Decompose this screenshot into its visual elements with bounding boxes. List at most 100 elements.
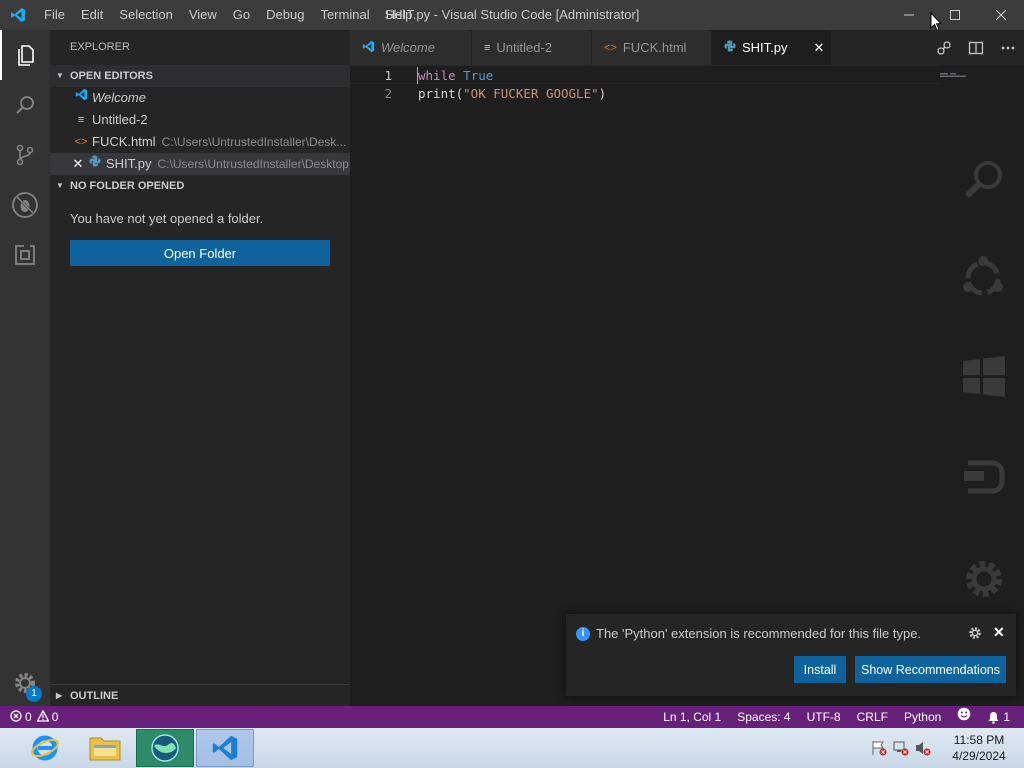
volume-muted-icon[interactable]	[912, 728, 934, 768]
menu-debug[interactable]: Debug	[258, 0, 312, 30]
no-folder-header[interactable]: ▼ NO FOLDER OPENED	[50, 175, 350, 197]
open-editor-name: Untitled-2	[92, 112, 148, 127]
explorer-sidebar: EXPLORER ▼ OPEN EDITORS Welcome ≡ Untitl…	[50, 30, 350, 706]
tab-shit-py[interactable]: SHIT.py ✕	[712, 30, 832, 65]
menu-edit[interactable]: Edit	[73, 0, 111, 30]
sidebar-title: EXPLORER	[70, 41, 130, 53]
taskbar-vscode[interactable]	[196, 729, 254, 767]
line-endings[interactable]: CRLF	[849, 706, 896, 728]
python-icon	[86, 153, 104, 175]
outline-label: OUTLINE	[70, 689, 119, 702]
windows-taskbar: 11:58 PM 4/29/2024	[0, 728, 1024, 768]
vscode-logo-icon	[0, 0, 36, 30]
encoding[interactable]: UTF-8	[799, 706, 849, 728]
text-cursor	[417, 67, 418, 84]
taskbar-internet-explorer[interactable]	[16, 729, 74, 767]
tab-fuck-html[interactable]: <> FUCK.html	[592, 30, 712, 65]
language-mode[interactable]: Python	[896, 706, 949, 728]
error-icon	[10, 709, 22, 725]
open-editor-welcome[interactable]: Welcome	[50, 87, 350, 109]
code-line[interactable]: 1 while True	[350, 65, 940, 84]
open-changes-button[interactable]	[928, 30, 960, 65]
code-line[interactable]: 2 print("OK FUCKER GOOGLE")	[350, 84, 940, 103]
menu-selection[interactable]: Selection	[111, 0, 180, 30]
taskbar-clock[interactable]: 11:58 PM 4/29/2024	[934, 732, 1024, 764]
extensions-icon	[15, 244, 35, 265]
editor-tabs: Welcome ≡ Untitled-2 <> FUCK.html SHIT.p…	[350, 30, 1024, 65]
open-editor-fuck-html[interactable]: <> FUCK.html C:\Users\UntrustedInstaller…	[50, 131, 350, 153]
taskbar-file-explorer[interactable]	[76, 729, 134, 767]
open-editor-name: Welcome	[92, 90, 146, 105]
taskbar-app-globe[interactable]	[136, 729, 194, 767]
windows-watermark-icon	[962, 355, 1006, 402]
menu-terminal[interactable]: Terminal	[312, 0, 377, 30]
more-actions-button[interactable]	[992, 30, 1024, 65]
minimize-button[interactable]	[886, 0, 932, 30]
network-icon[interactable]	[890, 728, 912, 768]
compare-icon	[937, 40, 951, 55]
install-button[interactable]: Install	[794, 656, 846, 683]
warning-icon	[36, 709, 50, 725]
warning-count: 0	[51, 710, 59, 724]
menu-help[interactable]: Help	[378, 0, 421, 30]
source-control-icon	[16, 144, 34, 166]
activity-explorer[interactable]	[0, 30, 50, 80]
close-icon	[996, 10, 1006, 20]
system-tray: 11:58 PM 4/29/2024	[868, 728, 1024, 768]
maximize-icon	[950, 10, 960, 20]
tab-welcome[interactable]: Welcome	[350, 30, 472, 65]
settings-watermark-icon	[962, 557, 1006, 604]
notification-text: The 'Python' extension is recommended fo…	[596, 626, 922, 641]
notification-settings-button[interactable]	[968, 626, 982, 643]
activity-source-control[interactable]	[0, 130, 50, 180]
source-control-watermark-icon	[960, 255, 1006, 304]
chevron-down-icon: ▼	[56, 181, 64, 190]
open-editors-label: OPEN EDITORS	[70, 70, 153, 82]
action-center-flag-icon[interactable]	[868, 728, 890, 768]
open-editor-untitled-2[interactable]: ≡ Untitled-2	[50, 109, 350, 131]
lines-icon: ≡	[77, 114, 85, 126]
activity-debug[interactable]	[0, 180, 50, 230]
no-folder-message: You have not yet opened a folder.	[70, 211, 264, 226]
open-editors-header[interactable]: ▼ OPEN EDITORS	[50, 65, 350, 87]
open-editor-name: FUCK.html	[92, 134, 156, 149]
open-folder-button[interactable]: Open Folder	[70, 240, 330, 266]
open-editor-shit-py[interactable]: ✕ SHIT.py C:\Users\UntrustedInstaller\De…	[50, 153, 350, 175]
line-code: while True	[418, 68, 494, 83]
lines-icon: ≡	[484, 41, 491, 54]
indentation[interactable]: Spaces: 4	[729, 706, 798, 728]
activity-extensions[interactable]	[0, 230, 50, 280]
problems-indicator[interactable]: 0 0	[0, 709, 59, 725]
title-bar: File Edit Selection View Go Debug Termin…	[0, 0, 1024, 32]
close-window-button[interactable]	[978, 0, 1024, 30]
open-editor-path: C:\Users\UntrustedInstaller\Desktop	[157, 157, 349, 171]
close-editor-icon[interactable]: ✕	[70, 153, 86, 175]
feedback-smiley-icon[interactable]	[949, 706, 979, 728]
bell-icon	[988, 711, 999, 724]
minimap[interactable]	[940, 65, 970, 77]
tab-untitled-2[interactable]: ≡ Untitled-2	[472, 30, 592, 65]
folder-icon	[89, 737, 121, 761]
split-editor-button[interactable]	[960, 30, 992, 65]
activity-search[interactable]	[0, 80, 50, 130]
tab-label: SHIT.py	[742, 40, 788, 55]
line-number: 2	[384, 86, 392, 101]
notifications-button[interactable]: 1	[979, 706, 1024, 728]
tab-label: Welcome	[381, 40, 435, 55]
activity-bar: 1	[0, 30, 50, 706]
menu-go[interactable]: Go	[225, 0, 258, 30]
no-folder-label: NO FOLDER OPENED	[70, 180, 185, 192]
code-editor[interactable]: 1 while True 2 print("OK FUCKER GOOGLE")	[350, 65, 1024, 706]
chevron-down-icon: ▼	[56, 71, 64, 80]
python-icon	[724, 40, 736, 55]
activity-manage[interactable]: 1	[0, 658, 50, 708]
show-recommendations-button[interactable]: Show Recommendations	[855, 656, 1006, 683]
close-tab-icon[interactable]: ✕	[814, 40, 825, 56]
outline-header[interactable]: ▶ OUTLINE	[50, 684, 350, 706]
menu-file[interactable]: File	[36, 0, 73, 30]
menu-view[interactable]: View	[181, 0, 225, 30]
ellipsis-icon	[1001, 46, 1015, 49]
vscode-icon	[212, 735, 238, 761]
cursor-position[interactable]: Ln 1, Col 1	[655, 706, 729, 728]
close-notification-icon[interactable]: ✕	[993, 624, 1005, 641]
